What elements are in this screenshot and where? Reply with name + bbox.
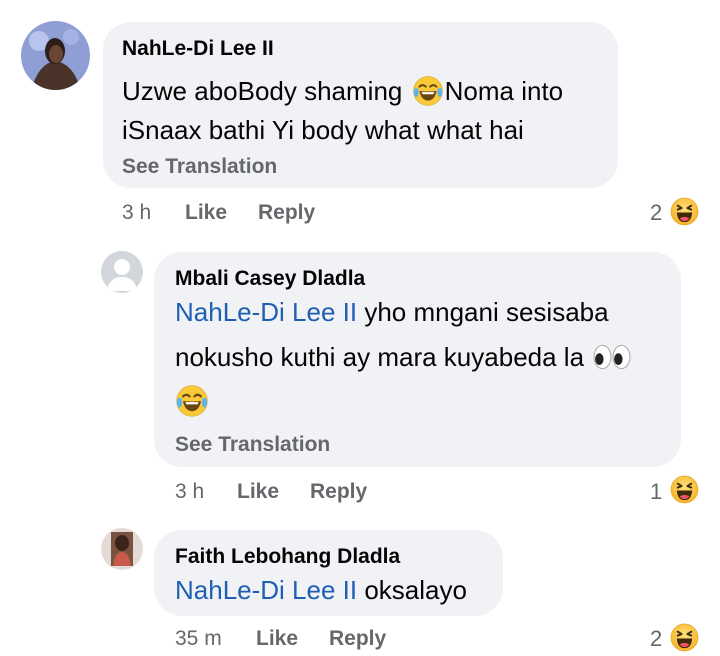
- see-translation-link[interactable]: See Translation: [175, 433, 330, 457]
- comment-text: Uzwe aboBody shaming: [122, 76, 403, 106]
- reply-button[interactable]: Reply: [329, 627, 386, 651]
- reaction-count[interactable]: 1: [650, 479, 662, 505]
- comment-author[interactable]: Faith Lebohang Dladla: [175, 545, 400, 569]
- avatar[interactable]: [21, 21, 90, 90]
- comment-text-line: NahLe-Di Lee II yho mngani sesisaba: [175, 297, 609, 328]
- haha-icon[interactable]: [670, 475, 699, 504]
- mention-link[interactable]: NahLe-Di Lee II: [175, 297, 357, 327]
- reply-button[interactable]: Reply: [310, 480, 367, 504]
- mention-link[interactable]: NahLe-Di Lee II: [175, 575, 357, 605]
- comment-author[interactable]: Mbali Casey Dladla: [175, 267, 365, 291]
- comment-timestamp[interactable]: 3 h: [175, 480, 204, 504]
- tears-of-joy-emoji-icon: [412, 75, 444, 107]
- comment-text: nokusho kuthi ay mara kuyabeda la: [175, 342, 585, 372]
- comment-timestamp[interactable]: 35 m: [175, 627, 222, 651]
- reply-button[interactable]: Reply: [258, 201, 315, 225]
- comment-text-line: iSnaax bathi Yi body what what hai: [122, 115, 524, 145]
- like-button[interactable]: Like: [185, 201, 227, 225]
- comment-text: Noma into: [444, 76, 564, 106]
- comment-timestamp[interactable]: 3 h: [122, 201, 151, 225]
- like-button[interactable]: Like: [237, 480, 279, 504]
- reaction-count[interactable]: 2: [650, 626, 662, 652]
- haha-icon[interactable]: [670, 197, 699, 226]
- comment-text: yho mngani sesisaba: [357, 297, 609, 327]
- comment-text: oksalayo: [357, 575, 467, 605]
- comment-text-line: nokusho kuthi ay mara kuyabeda la: [175, 342, 631, 373]
- haha-icon[interactable]: [670, 623, 699, 652]
- see-translation-link[interactable]: See Translation: [122, 155, 277, 179]
- comment-text-line: NahLe-Di Lee II oksalayo: [175, 575, 467, 606]
- eyes-emoji-icon: [593, 344, 631, 370]
- comment-author[interactable]: NahLe-Di Lee II: [122, 37, 274, 61]
- avatar[interactable]: [101, 528, 143, 570]
- avatar[interactable]: [101, 251, 143, 293]
- reaction-count[interactable]: 2: [650, 200, 662, 226]
- comment-text-line: Uzwe aboBody shaming Noma into: [122, 76, 563, 107]
- like-button[interactable]: Like: [256, 627, 298, 651]
- tears-of-joy-emoji-icon: [175, 384, 209, 418]
